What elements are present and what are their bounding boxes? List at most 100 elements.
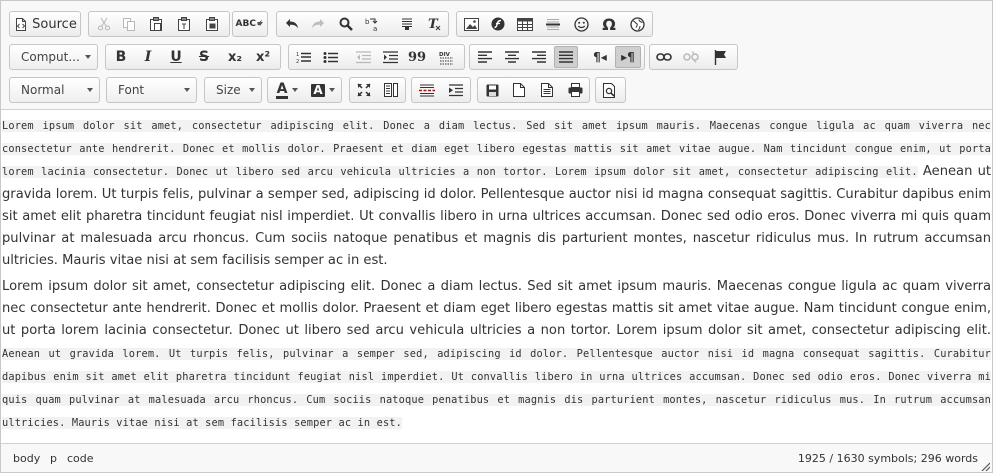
paste-icon [150, 16, 162, 31]
text-color-button[interactable]: A [272, 79, 302, 101]
paste-word-icon [206, 16, 218, 31]
bold-button[interactable]: B [110, 46, 132, 68]
maximize-button[interactable] [353, 79, 375, 101]
copy-button[interactable] [118, 13, 140, 35]
size-value: Size [216, 83, 241, 97]
bold-icon: B [115, 49, 127, 65]
element-path-p[interactable]: p [50, 452, 57, 465]
element-path-code[interactable]: code [67, 452, 94, 465]
toolbar-group-preview [595, 77, 626, 103]
bulleted-list-button[interactable] [319, 46, 341, 68]
subscript-button[interactable]: x₂ [224, 46, 246, 68]
background-color-button[interactable]: A [308, 79, 338, 101]
chevron-down-icon [257, 22, 263, 26]
undo-button[interactable] [281, 13, 303, 35]
anchor-button[interactable] [709, 46, 731, 68]
image-button[interactable] [460, 13, 482, 35]
underline-button[interactable]: U [165, 46, 187, 68]
align-right-button[interactable] [528, 46, 550, 68]
editor-content-area[interactable]: Lorem ipsum dolor sit amet, consectetur … [1, 110, 992, 443]
chevron-down-icon [184, 88, 190, 92]
spellcheck-dropdown[interactable]: ABC✓ [232, 11, 268, 37]
format-dropdown[interactable]: Comput... [9, 44, 98, 70]
paste-text-button[interactable] [173, 13, 195, 35]
create-div-button[interactable]: DIV [435, 46, 457, 68]
outdent-button[interactable] [352, 46, 374, 68]
toolbar-group-editing: ba T [276, 11, 449, 37]
table-icon [517, 17, 533, 31]
size-dropdown[interactable]: Size [204, 77, 262, 103]
resize-grip-icon[interactable] [980, 461, 990, 471]
styles-dropdown[interactable]: Normal [9, 77, 100, 103]
font-dropdown[interactable]: Font [106, 77, 197, 103]
remove-format-button[interactable]: T [423, 13, 445, 35]
smiley-button[interactable] [570, 13, 592, 35]
insert-template-button[interactable] [445, 79, 467, 101]
indent-icon [382, 50, 398, 63]
blockquote-icon: 99 [407, 49, 427, 65]
text-direction-rtl-button[interactable]: ▸¶ [615, 46, 641, 68]
new-page-button[interactable] [508, 79, 530, 101]
template-icon [449, 83, 463, 96]
link-icon [656, 53, 672, 61]
special-char-button[interactable]: Ω [598, 13, 620, 35]
preview-button[interactable] [599, 79, 621, 101]
align-left-button[interactable] [474, 46, 496, 68]
cut-button[interactable] [93, 13, 115, 35]
text-span: Aenean ut gravida lorem. Ut turpis felis… [2, 164, 991, 268]
paste-button[interactable] [145, 13, 167, 35]
select-all-button[interactable] [396, 13, 418, 35]
toolbar-group-colors: A A [267, 77, 342, 103]
status-bar: body p code 1925 / 1630 symbols; 296 wor… [1, 443, 992, 472]
text-direction-ltr-button[interactable]: ¶◂ [588, 46, 612, 68]
flash-icon [491, 17, 505, 31]
chevron-down-icon [249, 88, 255, 92]
save-button[interactable] [481, 79, 503, 101]
paste-word-button[interactable] [201, 13, 223, 35]
iframe-button[interactable] [626, 13, 648, 35]
maximize-icon [357, 83, 371, 97]
table-button[interactable] [514, 13, 536, 35]
text-color-icon: A [275, 80, 289, 99]
toolbar-group-align: ¶◂ ▸¶ [469, 44, 645, 70]
paste-text-icon [178, 16, 190, 31]
select-all-icon [402, 18, 412, 30]
blockquote-button[interactable]: 99 [406, 46, 428, 68]
show-blocks-button[interactable] [380, 79, 402, 101]
align-justify-icon [559, 51, 573, 63]
save-icon [486, 84, 498, 96]
align-justify-button[interactable] [554, 46, 578, 68]
align-center-button[interactable] [501, 46, 523, 68]
document-button[interactable] [536, 79, 558, 101]
italic-button[interactable]: I [137, 46, 159, 68]
numbered-list-button[interactable]: 12 [292, 46, 314, 68]
font-value: Font [118, 83, 145, 97]
replace-button[interactable]: ba [362, 13, 384, 35]
rtl-icon: ▸¶ [621, 50, 635, 64]
print-icon [568, 83, 582, 97]
toolbar-group-insert: Ω [456, 11, 653, 37]
page-break-icon [419, 84, 435, 96]
redo-button[interactable] [307, 13, 329, 35]
indent-button[interactable] [379, 46, 401, 68]
superscript-button[interactable]: x² [252, 46, 274, 68]
unlink-button[interactable] [680, 46, 702, 68]
flash-button[interactable] [487, 13, 509, 35]
page-break-button[interactable] [416, 79, 438, 101]
svg-text:DIV: DIV [439, 52, 451, 58]
horizontal-rule-button[interactable] [542, 13, 564, 35]
rich-text-editor: Source ABC✓ b a T Ω Comput... B I U S x₂… [0, 0, 993, 473]
background-color-icon: A [311, 82, 325, 97]
element-path-body[interactable]: body [13, 452, 40, 465]
strike-button[interactable]: S [193, 46, 215, 68]
chevron-down-icon [292, 88, 299, 92]
strikethrough-icon: S [198, 49, 210, 65]
find-button[interactable] [335, 13, 357, 35]
print-button[interactable] [564, 79, 586, 101]
source-button[interactable]: Source [14, 13, 78, 35]
copy-icon [123, 18, 135, 31]
toolbar-group-paragraph: 12 99 DIV [288, 44, 465, 70]
link-button[interactable] [653, 46, 675, 68]
chevron-down-icon [328, 88, 335, 92]
toolbar-group-document-actions [477, 77, 590, 103]
